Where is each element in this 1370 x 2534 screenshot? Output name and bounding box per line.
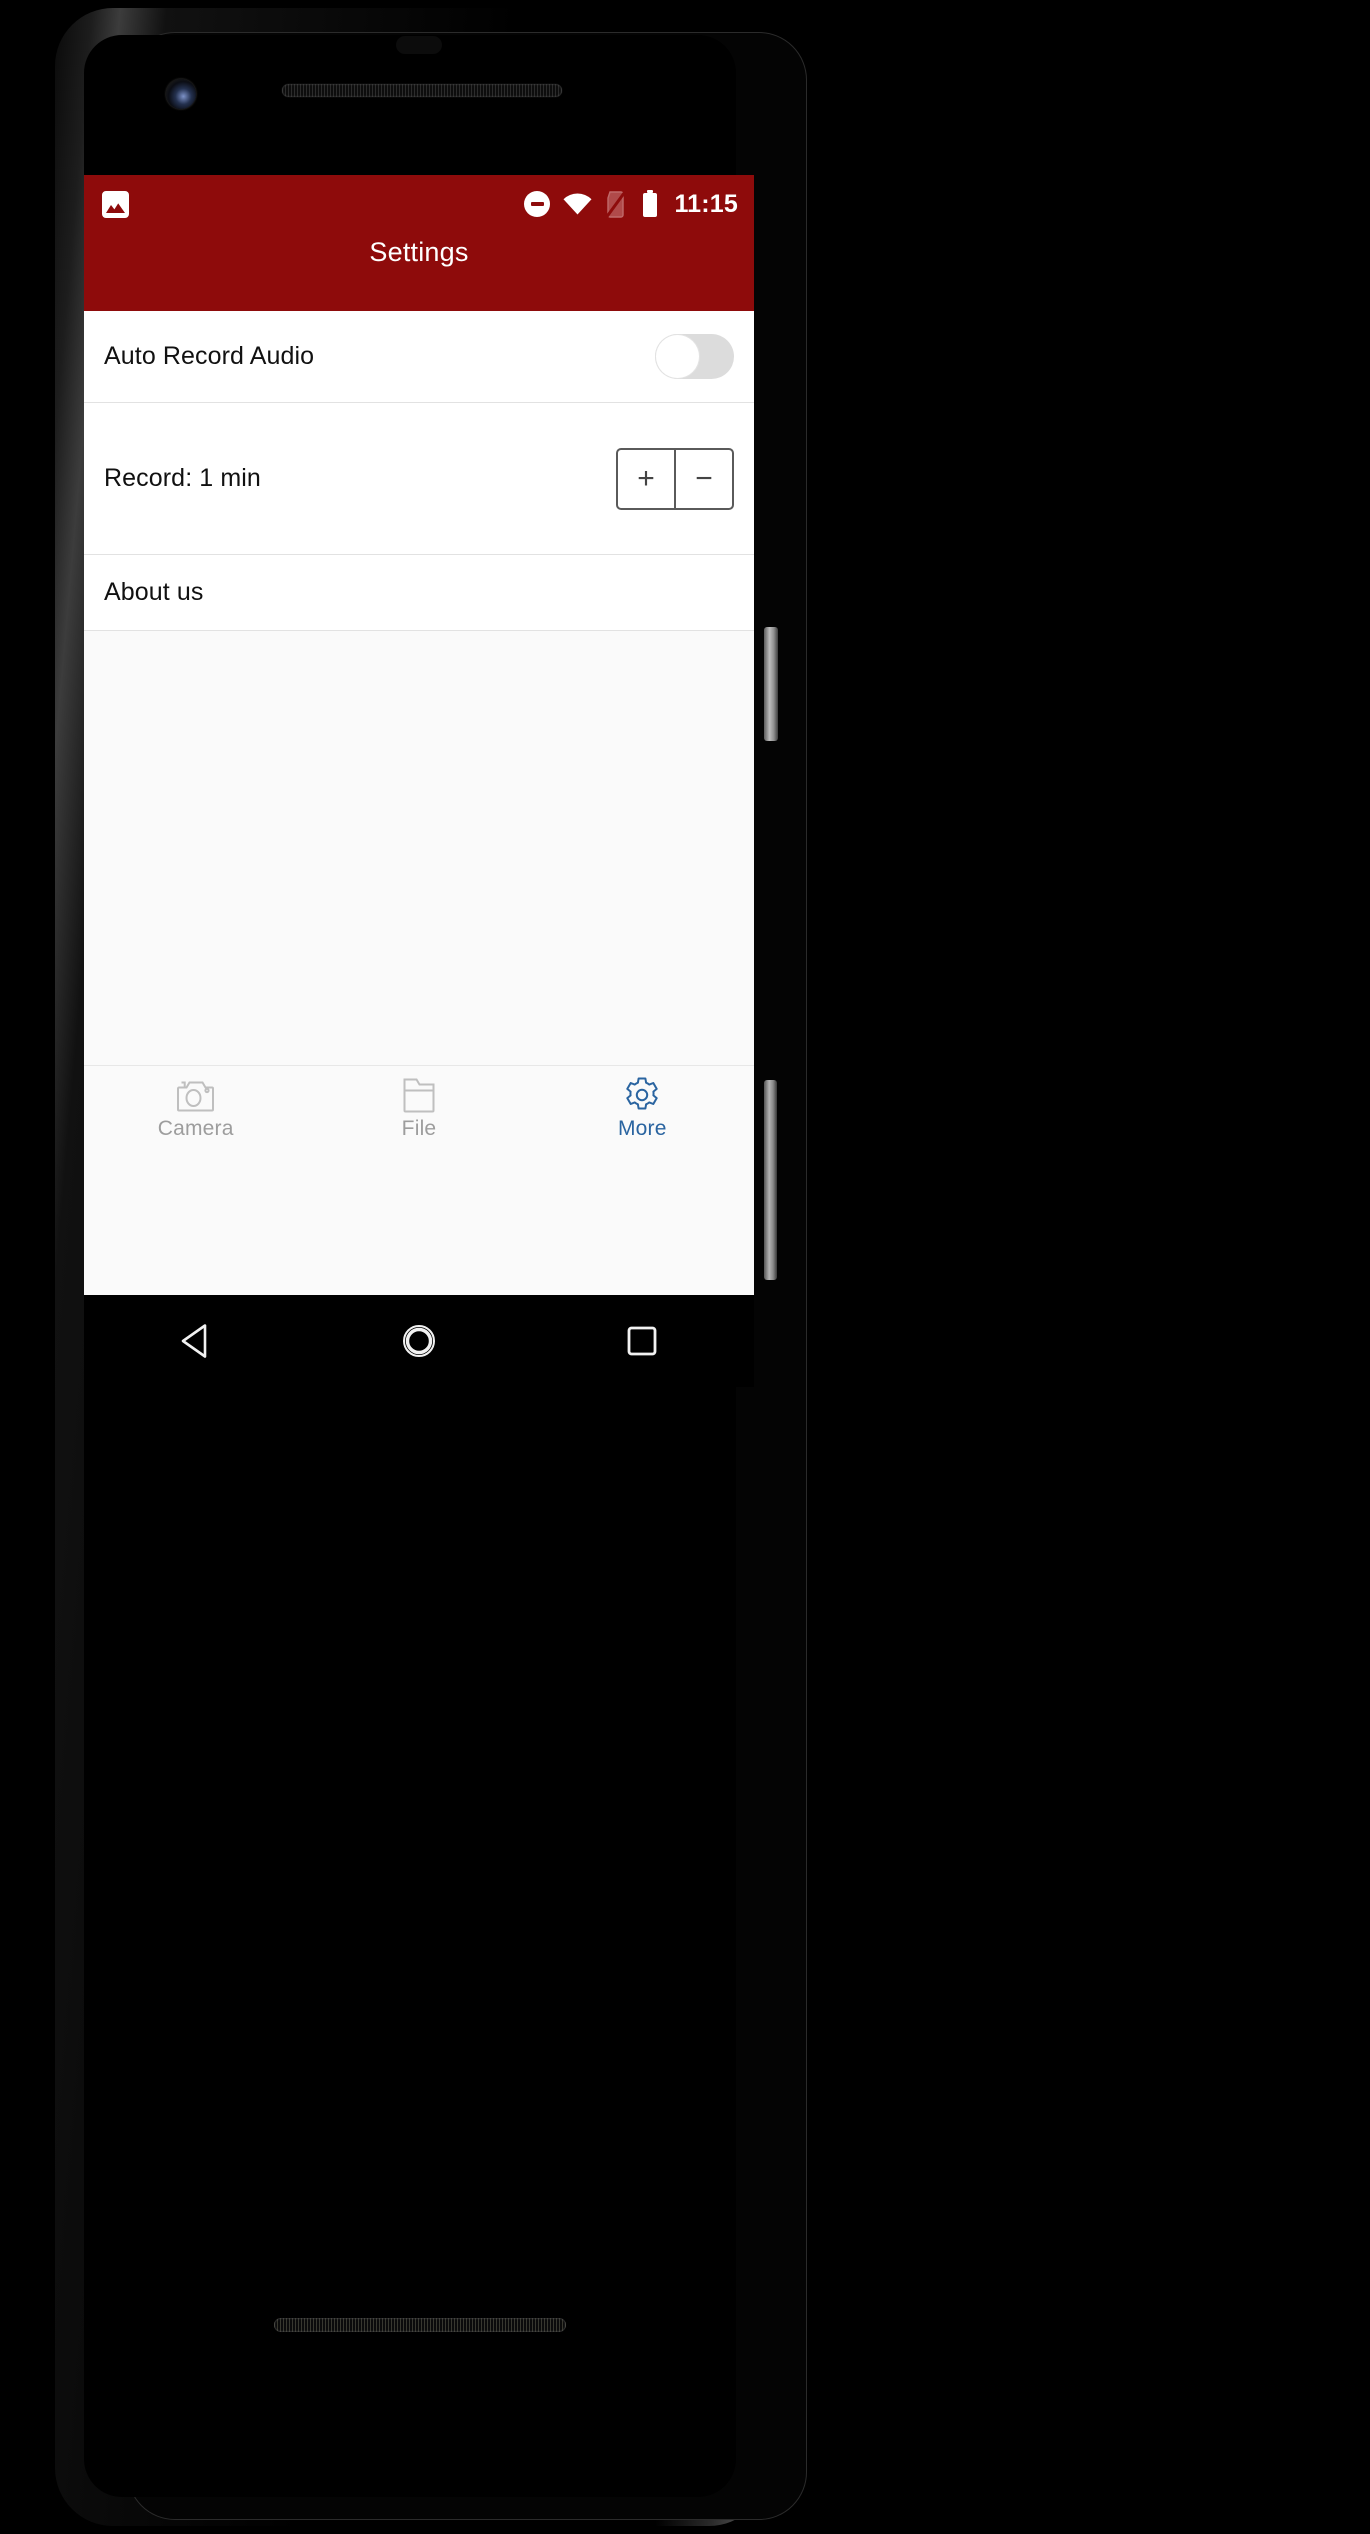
home-button[interactable] <box>359 1311 479 1371</box>
camera-icon <box>176 1075 215 1115</box>
settings-list: Auto Record Audio Record: 1 min + − Abou… <box>84 311 754 631</box>
no-sim-signal-icon <box>606 190 627 218</box>
recents-button[interactable] <box>582 1311 702 1371</box>
empty-content-area <box>84 631 754 1065</box>
tab-camera[interactable]: Camera <box>84 1075 307 1141</box>
auto-record-audio-label: Auto Record Audio <box>104 342 315 370</box>
record-duration-stepper: + − <box>616 447 734 510</box>
record-duration-label: Record: 1 min <box>104 464 261 492</box>
bottom-speaker-grille <box>274 2318 566 2332</box>
recents-square-icon <box>627 1326 657 1356</box>
status-bar: 11:15 <box>84 175 754 233</box>
about-us-label: About us <box>104 578 204 606</box>
status-bar-left-icons <box>102 190 129 218</box>
tab-camera-label: Camera <box>157 1117 234 1140</box>
bottom-tab-bar: Camera File More <box>84 1065 754 1150</box>
gear-icon <box>623 1075 661 1115</box>
android-navigation-bar <box>84 1295 754 1387</box>
earpiece-speaker <box>282 84 562 97</box>
page-title: Settings <box>369 237 469 267</box>
do-not-disturb-icon <box>524 191 551 217</box>
tab-more[interactable]: More <box>531 1075 754 1141</box>
home-circle-icon <box>402 1325 435 1357</box>
status-bar-clock: 11:15 <box>674 189 738 218</box>
proximity-sensor <box>396 36 442 54</box>
app-bar: Settings <box>84 233 754 311</box>
volume-rocker[interactable] <box>764 1080 777 1280</box>
image-notification-icon <box>102 190 129 218</box>
back-button[interactable] <box>136 1311 256 1371</box>
settings-row-auto-record-audio[interactable]: Auto Record Audio <box>84 311 754 403</box>
battery-icon <box>643 190 658 217</box>
settings-row-about-us[interactable]: About us <box>84 555 754 631</box>
tab-more-label: More <box>617 1117 667 1140</box>
record-decrement-button[interactable]: − <box>675 447 734 510</box>
record-increment-button[interactable]: + <box>616 447 675 510</box>
status-bar-right-icons: 11:15 <box>524 190 738 219</box>
app-viewport: 11:15 Settings Auto Record Audio Record:… <box>84 175 754 1295</box>
toggle-thumb <box>656 335 699 378</box>
wifi-icon <box>563 193 592 215</box>
settings-row-record-duration[interactable]: Record: 1 min + − <box>84 403 754 555</box>
auto-record-audio-toggle[interactable] <box>655 334 734 379</box>
front-camera-lens <box>166 79 196 109</box>
tab-file[interactable]: File <box>307 1075 530 1141</box>
tab-file-label: File <box>401 1117 437 1140</box>
power-button[interactable] <box>764 627 778 741</box>
folder-icon <box>403 1075 435 1115</box>
back-triangle-icon <box>181 1324 206 1358</box>
